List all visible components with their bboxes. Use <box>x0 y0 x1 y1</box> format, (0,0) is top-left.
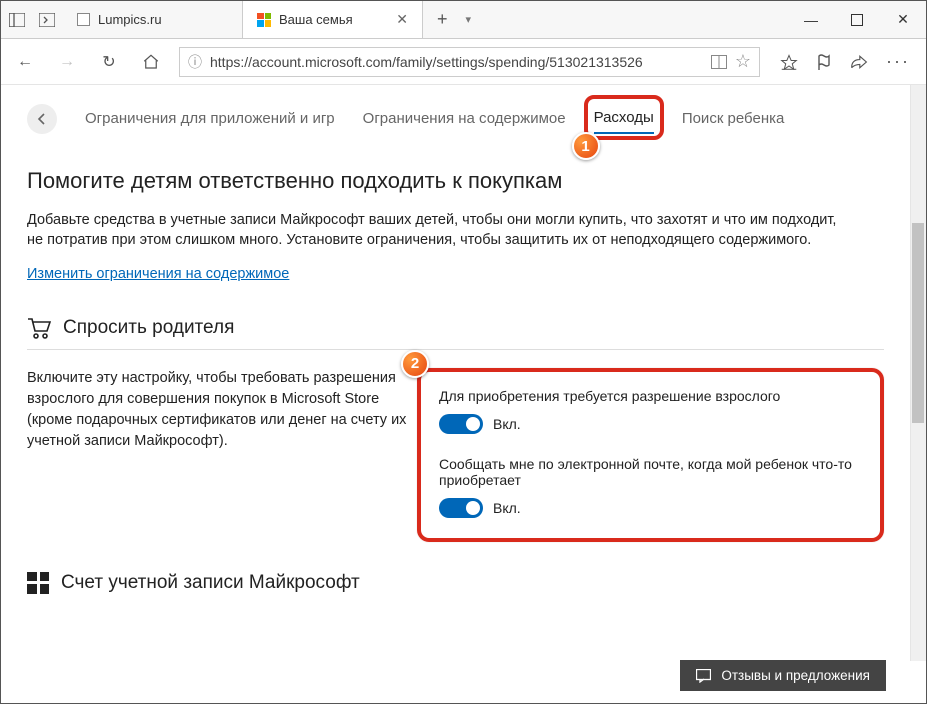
page-content: Ограничения для приложений и игр Огранич… <box>1 85 910 661</box>
address-bar: ← → ↻ ⓘ https://account.microsoft.com/fa… <box>1 39 926 85</box>
nav-forward-button: → <box>53 53 81 71</box>
microsoft-grid-icon <box>27 572 49 594</box>
microsoft-logo-icon <box>257 13 271 27</box>
tab-title: Lumpics.ru <box>98 12 162 27</box>
toggle-adult-permission-state: Вкл. <box>493 416 521 432</box>
feedback-label: Отзывы и предложения <box>721 668 870 683</box>
url-field[interactable]: ⓘ https://account.microsoft.com/family/s… <box>179 47 760 77</box>
ask-parent-description: Включите эту настройку, чтобы требовать … <box>27 368 407 542</box>
section-divider <box>27 349 884 350</box>
window-titlebar: Lumpics.ru Ваша семья ✕ + ▾ — ✕ <box>1 1 926 39</box>
window-tab-controls <box>1 1 63 38</box>
page-title: Помогите детям ответственно подходить к … <box>27 168 884 194</box>
ask-parent-title: Спросить родителя <box>63 317 234 339</box>
nav-tab-content[interactable]: Ограничения на содержимое <box>363 104 566 133</box>
annotation-badge-2: 2 <box>401 350 429 378</box>
url-text: https://account.microsoft.com/family/set… <box>210 54 703 70</box>
more-menu-icon[interactable]: ··· <box>886 51 910 72</box>
close-window-button[interactable]: ✕ <box>880 1 926 38</box>
favorites-hub-icon[interactable] <box>780 54 798 70</box>
account-section-header: Счет учетной записи Майкрософт <box>27 572 884 594</box>
tabs-aside-icon[interactable] <box>39 13 55 27</box>
chat-icon <box>696 669 711 683</box>
reading-view-icon[interactable] <box>711 55 727 69</box>
setting-adult-permission-label: Для приобретения требуется разрешение вз… <box>439 388 862 404</box>
scrollbar-thumb[interactable] <box>912 223 924 423</box>
feedback-button[interactable]: Отзывы и предложения <box>680 660 886 691</box>
favorite-star-icon[interactable]: ☆ <box>735 51 751 72</box>
notes-icon[interactable] <box>816 53 832 71</box>
cart-icon <box>27 317 51 339</box>
nav-tab-spending[interactable]: Расходы <box>594 103 654 134</box>
setting-email-notify-label: Сообщать мне по электронной почте, когда… <box>439 456 862 488</box>
maximize-button[interactable] <box>834 1 880 38</box>
toggle-email-notify-state: Вкл. <box>493 500 521 516</box>
family-tabs-nav: Ограничения для приложений и игр Огранич… <box>27 103 884 134</box>
nav-back-button[interactable]: ← <box>11 53 39 71</box>
ask-parent-section-header: Спросить родителя <box>27 317 884 339</box>
tabs-overview-icon[interactable] <box>9 13 25 27</box>
nav-tab-find-child[interactable]: Поиск ребенка <box>682 104 785 133</box>
browser-tab-1[interactable]: Lumpics.ru <box>63 1 243 38</box>
minimize-button[interactable]: — <box>788 1 834 38</box>
toolbar-right: ··· <box>774 51 916 72</box>
annotation-badge-1: 1 <box>572 132 600 160</box>
page-description: Добавьте средства в учетные записи Майкр… <box>27 210 847 251</box>
toggle-adult-permission[interactable] <box>439 414 483 434</box>
change-content-restrictions-link[interactable]: Изменить ограничения на содержимое <box>27 266 289 282</box>
home-button[interactable] <box>137 53 165 71</box>
share-icon[interactable] <box>850 54 868 70</box>
new-tab-button[interactable]: + <box>423 1 462 38</box>
nav-back-circle[interactable] <box>27 104 57 134</box>
refresh-button[interactable]: ↻ <box>95 52 123 72</box>
scrollbar-track[interactable] <box>910 85 926 661</box>
nav-tab-apps-games[interactable]: Ограничения для приложений и игр <box>85 104 335 133</box>
account-section-title: Счет учетной записи Майкрософт <box>61 572 360 594</box>
browser-tab-2[interactable]: Ваша семья ✕ <box>243 1 423 38</box>
toggle-email-notify[interactable] <box>439 498 483 518</box>
close-tab-icon[interactable]: ✕ <box>396 11 408 28</box>
site-info-icon[interactable]: ⓘ <box>188 52 202 72</box>
tab-title: Ваша семья <box>279 12 353 27</box>
ask-parent-settings-panel: Для приобретения требуется разрешение вз… <box>417 368 884 542</box>
page-icon <box>77 13 90 26</box>
window-controls: — ✕ <box>788 1 926 38</box>
